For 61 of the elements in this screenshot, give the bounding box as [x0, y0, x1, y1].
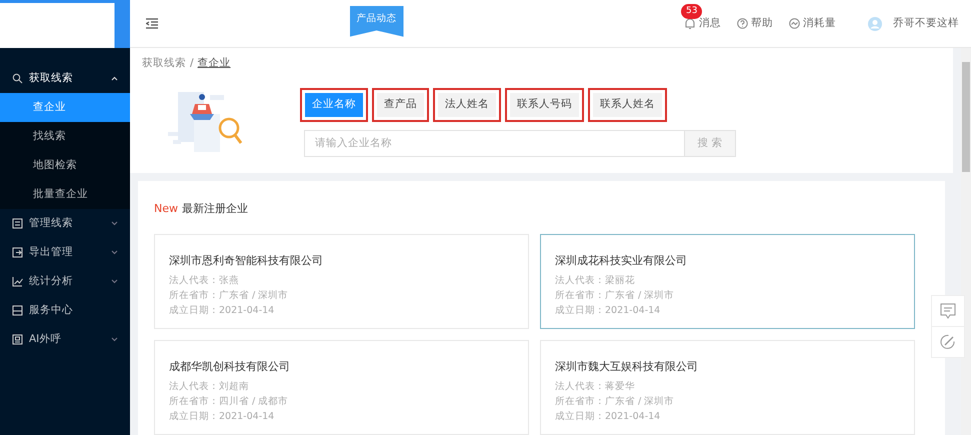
company-detail: 成立日期：2021-04-14 — [169, 304, 276, 318]
new-tag: New — [154, 201, 178, 218]
bell-icon[interactable] — [685, 18, 695, 30]
company-card[interactable]: 成都华凯创科技有限公司 法人代表：刘超南 所在省市：四川省 / 成都市 成立日期：2021-04-14 — [154, 340, 529, 435]
user-name[interactable]: 乔哥不要这样 — [893, 16, 959, 32]
menu-icon[interactable] — [146, 18, 158, 29]
company-detail: 法人代表：张燕 — [169, 274, 240, 288]
submenu-item[interactable]: 批量查企业 — [0, 180, 130, 209]
chevron-icon — [111, 221, 118, 226]
help-link[interactable]: 帮助 — [751, 16, 773, 32]
breadcrumb-link[interactable]: 获取线索 — [142, 57, 186, 69]
search-icon — [12, 73, 23, 84]
breadcrumb-link[interactable]: 查企业 — [198, 57, 231, 69]
usage-link[interactable]: 消耗量 — [803, 16, 836, 32]
search-tab[interactable]: 法人姓名 — [438, 92, 496, 116]
sidebar-item[interactable]: 统计分析 — [0, 267, 130, 296]
search-tab[interactable]: 查产品 — [377, 92, 424, 116]
sidebar-item[interactable]: 导出管理 — [0, 238, 130, 267]
submenu-item[interactable]: 找线索 — [0, 122, 130, 151]
panel-icon — [12, 305, 23, 316]
usage-icon — [789, 18, 800, 29]
search-field[interactable]: 请输入企业名称 — [304, 130, 685, 158]
breadcrumb-separator: / — [190, 57, 194, 69]
company-name: 成都华凯创科技有限公司 — [169, 358, 291, 375]
company-detail: 成立日期：2021-04-14 — [555, 304, 662, 318]
company-card[interactable]: 深圳市魏大互娱科技有限公司 法人代表：蒋爱华 所在省市：广东省 / 深圳市 成立日期：2021-04-14 — [540, 340, 915, 435]
list-icon — [12, 218, 23, 229]
sidebar-item[interactable]: 服务中心 — [0, 296, 130, 325]
company-detail: 所在省市：四川省 / 成都市 — [169, 395, 290, 410]
company-card[interactable]: 深圳市恩利奇智能科技有限公司 法人代表：张燕 所在省市：广东省 / 深圳市 成立日期：2021-04-14 — [154, 234, 529, 329]
chevron-icon — [111, 250, 118, 255]
chevron-icon — [111, 76, 118, 81]
company-detail: 所在省市：广东省 / 深圳市 — [555, 289, 676, 304]
company-detail: 法人代表：刘超南 — [169, 380, 250, 394]
section-title: 最新注册企业 — [182, 201, 248, 218]
company-detail: 所在省市：广东省 / 深圳市 — [169, 289, 290, 304]
comment-icon[interactable] — [939, 302, 957, 320]
submenu-item[interactable]: 地图检索 — [0, 151, 130, 180]
chart-icon — [12, 276, 23, 287]
company-detail: 所在省市：广东省 / 深圳市 — [555, 395, 676, 410]
company-name: 深圳市恩利奇智能科技有限公司 — [169, 252, 324, 269]
company-card[interactable]: 深圳成花科技实业有限公司 法人代表：梁丽花 所在省市：广东省 / 深圳市 成立日期：2021-04-14 — [540, 234, 915, 329]
search-tab[interactable]: 联系人号码 — [510, 92, 579, 116]
export-icon — [12, 247, 23, 258]
sidebar-item[interactable]: 管理线索 — [0, 209, 130, 238]
company-detail: 法人代表：蒋爱华 — [555, 380, 636, 394]
company-name: 深圳市魏大互娱科技有限公司 — [555, 358, 699, 375]
chevron-icon — [111, 337, 118, 342]
edit-icon[interactable] — [939, 333, 957, 351]
company-detail: 成立日期：2021-04-14 — [169, 410, 276, 424]
search-tab[interactable]: 联系人姓名 — [593, 92, 662, 116]
chevron-icon — [111, 279, 118, 284]
company-detail: 成立日期：2021-04-14 — [555, 410, 662, 424]
scrollbar[interactable] — [961, 48, 971, 435]
company-name: 深圳成花科技实业有限公司 — [555, 252, 688, 269]
sidebar-item[interactable]: AI外呼 — [0, 325, 130, 354]
notification-count: 53 — [681, 4, 702, 20]
help-icon — [737, 18, 748, 29]
screen-icon — [12, 334, 23, 345]
sidebar-item[interactable]: 获取线索 — [0, 64, 130, 93]
company-detail: 法人代表：梁丽花 — [555, 274, 636, 288]
